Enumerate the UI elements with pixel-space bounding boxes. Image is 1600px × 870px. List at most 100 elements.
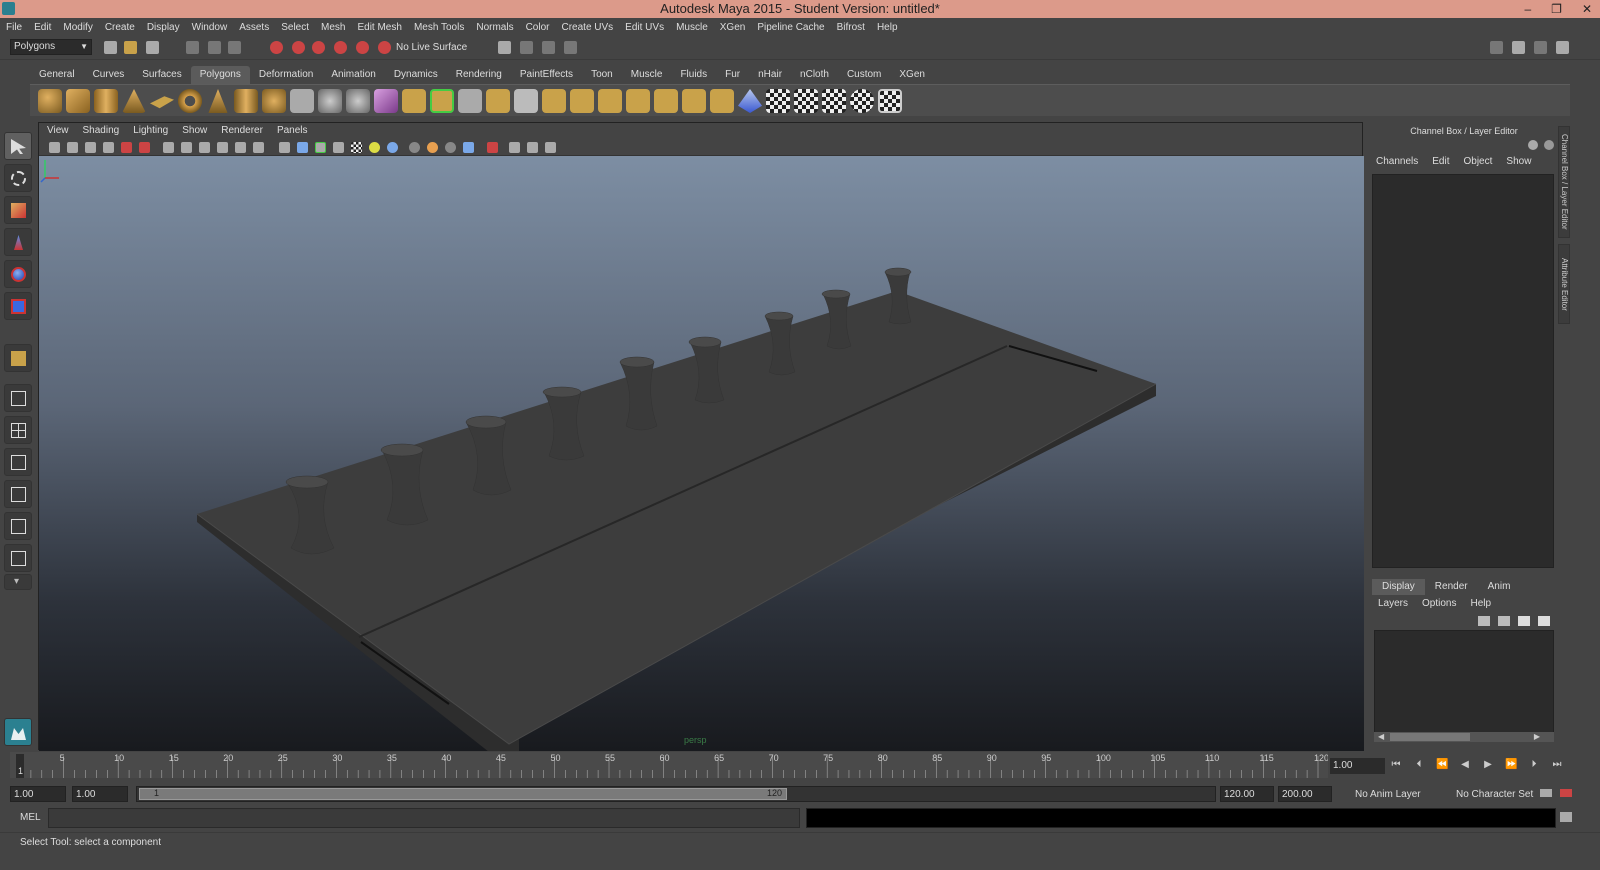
menu-color[interactable]: Color (526, 22, 550, 33)
menu-set-selector[interactable]: Polygons ▼ (10, 39, 92, 55)
save-scene-icon[interactable] (146, 41, 159, 54)
menu-normals[interactable]: Normals (476, 22, 513, 33)
layout-persp-outliner[interactable] (4, 448, 32, 476)
xray-joints-icon[interactable] (509, 142, 520, 153)
open-scene-icon[interactable] (124, 41, 137, 54)
textured-icon[interactable] (333, 142, 344, 153)
use-all-lights-icon[interactable] (351, 142, 362, 153)
character-set-selector[interactable]: No Character Set (1456, 789, 1533, 800)
create-empty-layer-icon[interactable] (1518, 616, 1530, 626)
lasso-tool[interactable] (4, 164, 32, 192)
menu-window[interactable]: Window (192, 22, 228, 33)
fill-hole-icon[interactable] (598, 89, 622, 113)
menu-modify[interactable]: Modify (63, 22, 92, 33)
shelf-tab-curves[interactable]: Curves (84, 66, 134, 84)
toggle-attribute-editor-icon[interactable] (1512, 41, 1525, 54)
menu-edit-mesh[interactable]: Edit Mesh (357, 22, 401, 33)
poly-sphere-icon[interactable] (38, 89, 62, 113)
poly-pipe-icon[interactable] (234, 89, 258, 113)
current-frame-field[interactable]: 1.00 (1330, 758, 1385, 774)
layer-tab-anim[interactable]: Anim (1478, 579, 1521, 595)
channel-box-content[interactable] (1372, 174, 1554, 568)
menu-edit-uvs[interactable]: Edit UVs (625, 22, 664, 33)
poly-plane-icon[interactable] (150, 96, 174, 109)
shelf-tab-dynamics[interactable]: Dynamics (385, 66, 447, 84)
ipr-render-icon[interactable] (542, 41, 555, 54)
depth-of-field-icon[interactable] (463, 142, 474, 153)
grease-pencil-icon[interactable] (139, 142, 150, 153)
append-to-polygon-icon[interactable] (570, 89, 594, 113)
paint-select-tool[interactable] (4, 196, 32, 224)
cylindrical-mapping-icon[interactable] (794, 89, 818, 113)
isolate-select-icon[interactable] (487, 142, 498, 153)
sculpt-geometry-icon[interactable] (738, 89, 762, 113)
ambient-occlusion-icon[interactable] (409, 142, 420, 153)
shelf-tab-general[interactable]: General (30, 66, 84, 84)
layer-list[interactable] (1374, 630, 1554, 740)
layer-tab-display[interactable]: Display (1372, 579, 1425, 595)
bookmarks-icon[interactable] (85, 142, 96, 153)
poly-cylinder-icon[interactable] (94, 89, 118, 113)
step-back-frame-icon[interactable]: ⏴ (1413, 758, 1425, 772)
menu-select[interactable]: Select (281, 22, 309, 33)
new-scene-icon[interactable] (104, 41, 117, 54)
separate-icon[interactable] (318, 89, 342, 113)
layer-menu-help[interactable]: Help (1470, 598, 1491, 609)
field-chart-icon[interactable] (235, 142, 246, 153)
select-by-object-icon[interactable] (208, 41, 221, 54)
menu-muscle[interactable]: Muscle (676, 22, 708, 33)
minimize-button[interactable]: – (1524, 0, 1531, 18)
shelf-tab-surfaces[interactable]: Surfaces (133, 66, 190, 84)
channel-box-filter-icon[interactable] (1544, 140, 1554, 150)
image-plane-icon[interactable] (103, 142, 114, 153)
snap-to-curve-icon[interactable] (292, 41, 305, 54)
layout-persp-graph[interactable] (4, 480, 32, 508)
menu-assets[interactable]: Assets (239, 22, 269, 33)
menu-bifrost[interactable]: Bifrost (837, 22, 865, 33)
film-gate-icon[interactable] (181, 142, 192, 153)
offset-edge-loop-icon[interactable] (682, 89, 706, 113)
layer-list-scrollbar[interactable]: ◀ ▶ (1374, 732, 1554, 742)
make-live-icon[interactable] (356, 41, 369, 54)
insert-edge-loop-icon[interactable] (654, 89, 678, 113)
step-forward-key-icon[interactable]: ⏩ (1505, 758, 1517, 772)
smooth-icon[interactable] (374, 89, 398, 113)
shelf-tab-xgen[interactable]: XGen (890, 66, 934, 84)
maya-home-button[interactable] (4, 718, 32, 746)
anti-aliasing-icon[interactable] (445, 142, 456, 153)
play-backwards-icon[interactable]: ◀ (1459, 758, 1471, 772)
uv-texture-editor-icon[interactable] (878, 89, 902, 113)
menu-edit[interactable]: Edit (34, 22, 51, 33)
channel-menu-object[interactable]: Object (1464, 156, 1493, 167)
shelf-tab-nhair[interactable]: nHair (749, 66, 791, 84)
viewport-scene[interactable]: persp (39, 156, 1364, 751)
snap-to-view-plane-icon[interactable] (334, 41, 347, 54)
poly-torus-icon[interactable] (178, 89, 202, 113)
anim-layer-selector[interactable]: No Anim Layer (1355, 789, 1421, 800)
menu-display[interactable]: Display (147, 22, 180, 33)
menu-help[interactable]: Help (877, 22, 898, 33)
playback-start-field[interactable]: 1.00 (72, 786, 128, 802)
play-forwards-icon[interactable]: ▶ (1482, 758, 1494, 772)
layout-persp-hypershade[interactable] (4, 544, 32, 572)
shelf-tab-rendering[interactable]: Rendering (447, 66, 511, 84)
smooth-shade-icon[interactable] (297, 142, 308, 153)
move-layer-down-icon[interactable] (1498, 616, 1510, 626)
gate-mask-icon[interactable] (217, 142, 228, 153)
rotate-tool[interactable] (4, 260, 32, 288)
poly-cube-icon[interactable] (66, 89, 90, 113)
boolean-intersection-icon[interactable] (458, 89, 482, 113)
poly-cone-icon[interactable] (122, 89, 146, 113)
poly-helix-icon[interactable] (262, 89, 286, 113)
menu-pipeline-cache[interactable]: Pipeline Cache (757, 22, 824, 33)
range-slider-handle[interactable]: 1 120 (139, 788, 787, 800)
boolean-union-icon[interactable] (402, 89, 426, 113)
close-button[interactable]: ✕ (1582, 0, 1592, 18)
layer-menu-options[interactable]: Options (1422, 598, 1456, 609)
poly-pyramid-icon[interactable] (208, 89, 228, 113)
channel-box-settings-icon[interactable] (1528, 140, 1538, 150)
menu-create-uvs[interactable]: Create UVs (561, 22, 613, 33)
viewport-menu-renderer[interactable]: Renderer (221, 123, 263, 139)
tab-channel-box[interactable]: Channel Box / Layer Editor (1558, 126, 1570, 238)
snap-to-point-icon[interactable] (312, 41, 325, 54)
